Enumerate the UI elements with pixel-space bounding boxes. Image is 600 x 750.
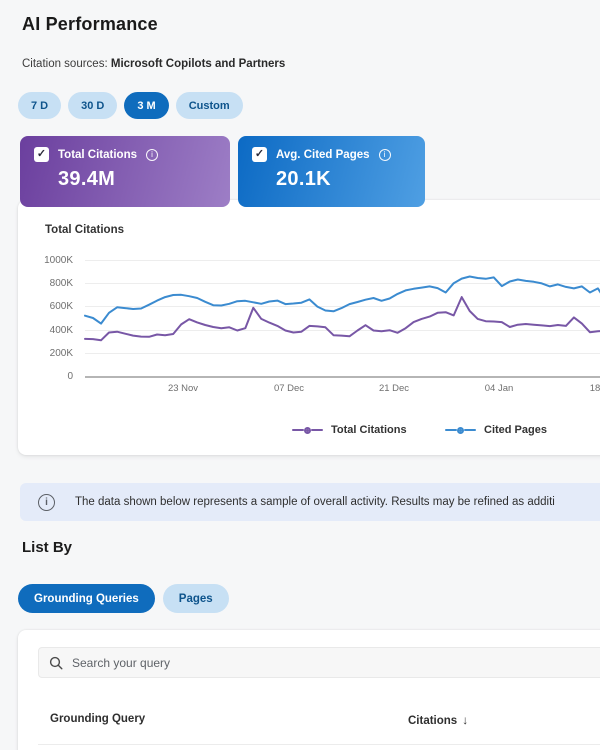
list-by-title: List By — [22, 539, 72, 556]
legend-marker-purple — [292, 427, 323, 434]
column-header-grounding-query: Grounding Query — [50, 713, 145, 725]
metric-card-label: Total Citations — [58, 149, 137, 161]
legend-label: Cited Pages — [484, 424, 547, 436]
x-tick-07dec: 07 Dec — [261, 383, 317, 394]
query-search-box[interactable] — [38, 647, 600, 678]
y-tick-800k: 800K — [28, 278, 73, 289]
y-tick-200k: 200K — [28, 348, 73, 359]
time-filter-3m[interactable]: 3 M — [124, 92, 168, 119]
y-tick-400k: 400K — [28, 325, 73, 336]
x-tick-04jan: 04 Jan — [471, 383, 527, 394]
legend-total-citations[interactable]: Total Citations — [292, 424, 407, 436]
citations-chart-panel: Total Citations 1000K 800K 600K 400K 200… — [18, 200, 600, 455]
info-icon: i — [38, 494, 55, 511]
y-tick-600k: 600K — [28, 301, 73, 312]
citation-sources-value: Microsoft Copilots and Partners — [111, 58, 285, 70]
total-citations-checkbox[interactable]: ✓ — [34, 147, 49, 162]
total-citations-value: 39.4M — [58, 168, 216, 191]
time-filter-custom[interactable]: Custom — [176, 92, 243, 119]
avg-cited-pages-checkbox[interactable]: ✓ — [252, 147, 267, 162]
legend-marker-blue — [445, 427, 476, 434]
time-filter-30d[interactable]: 30 D — [68, 92, 117, 119]
search-icon — [49, 656, 63, 670]
sample-data-info-banner: i The data shown below represents a samp… — [20, 483, 600, 521]
citation-sources-line: Citation sources: Microsoft Copilots and… — [22, 58, 285, 70]
y-tick-0: 0 — [28, 371, 73, 382]
banner-text: The data shown below represents a sample… — [75, 496, 555, 508]
grounding-queries-panel: Grounding Query Citations↓ — [18, 630, 600, 750]
tab-pages[interactable]: Pages — [163, 584, 229, 613]
info-icon[interactable]: i — [146, 149, 158, 161]
x-tick-23nov: 23 Nov — [155, 383, 211, 394]
y-tick-1000k: 1000K — [28, 255, 73, 266]
citation-sources-label: Citation sources: — [22, 58, 108, 70]
time-range-filter: 7 D 30 D 3 M Custom — [18, 92, 243, 119]
metric-card-total-citations[interactable]: ✓ Total Citations i 39.4M — [20, 136, 230, 207]
sort-desc-icon: ↓ — [462, 713, 468, 727]
table-header-divider — [38, 744, 600, 745]
column-header-citations[interactable]: Citations↓ — [408, 713, 468, 727]
metric-card-label: Avg. Cited Pages — [276, 149, 370, 161]
time-filter-7d[interactable]: 7 D — [18, 92, 61, 119]
page-title: AI Performance — [22, 14, 158, 35]
avg-cited-pages-value: 20.1K — [276, 168, 411, 191]
x-tick-21dec: 21 Dec — [366, 383, 422, 394]
x-tick-18jan: 18 Jan — [576, 383, 600, 394]
legend-cited-pages[interactable]: Cited Pages — [445, 424, 547, 436]
citations-line-chart — [85, 260, 600, 376]
x-axis-line — [85, 376, 600, 378]
metric-card-avg-cited-pages[interactable]: ✓ Avg. Cited Pages i 20.1K — [238, 136, 425, 207]
search-input[interactable] — [72, 656, 600, 670]
list-by-tabs: Grounding Queries Pages — [18, 584, 229, 613]
info-icon[interactable]: i — [379, 149, 391, 161]
legend-label: Total Citations — [331, 424, 407, 436]
chart-title: Total Citations — [45, 224, 124, 236]
ai-performance-page: AI Performance Citation sources: Microso… — [0, 0, 600, 750]
tab-grounding-queries[interactable]: Grounding Queries — [18, 584, 155, 613]
